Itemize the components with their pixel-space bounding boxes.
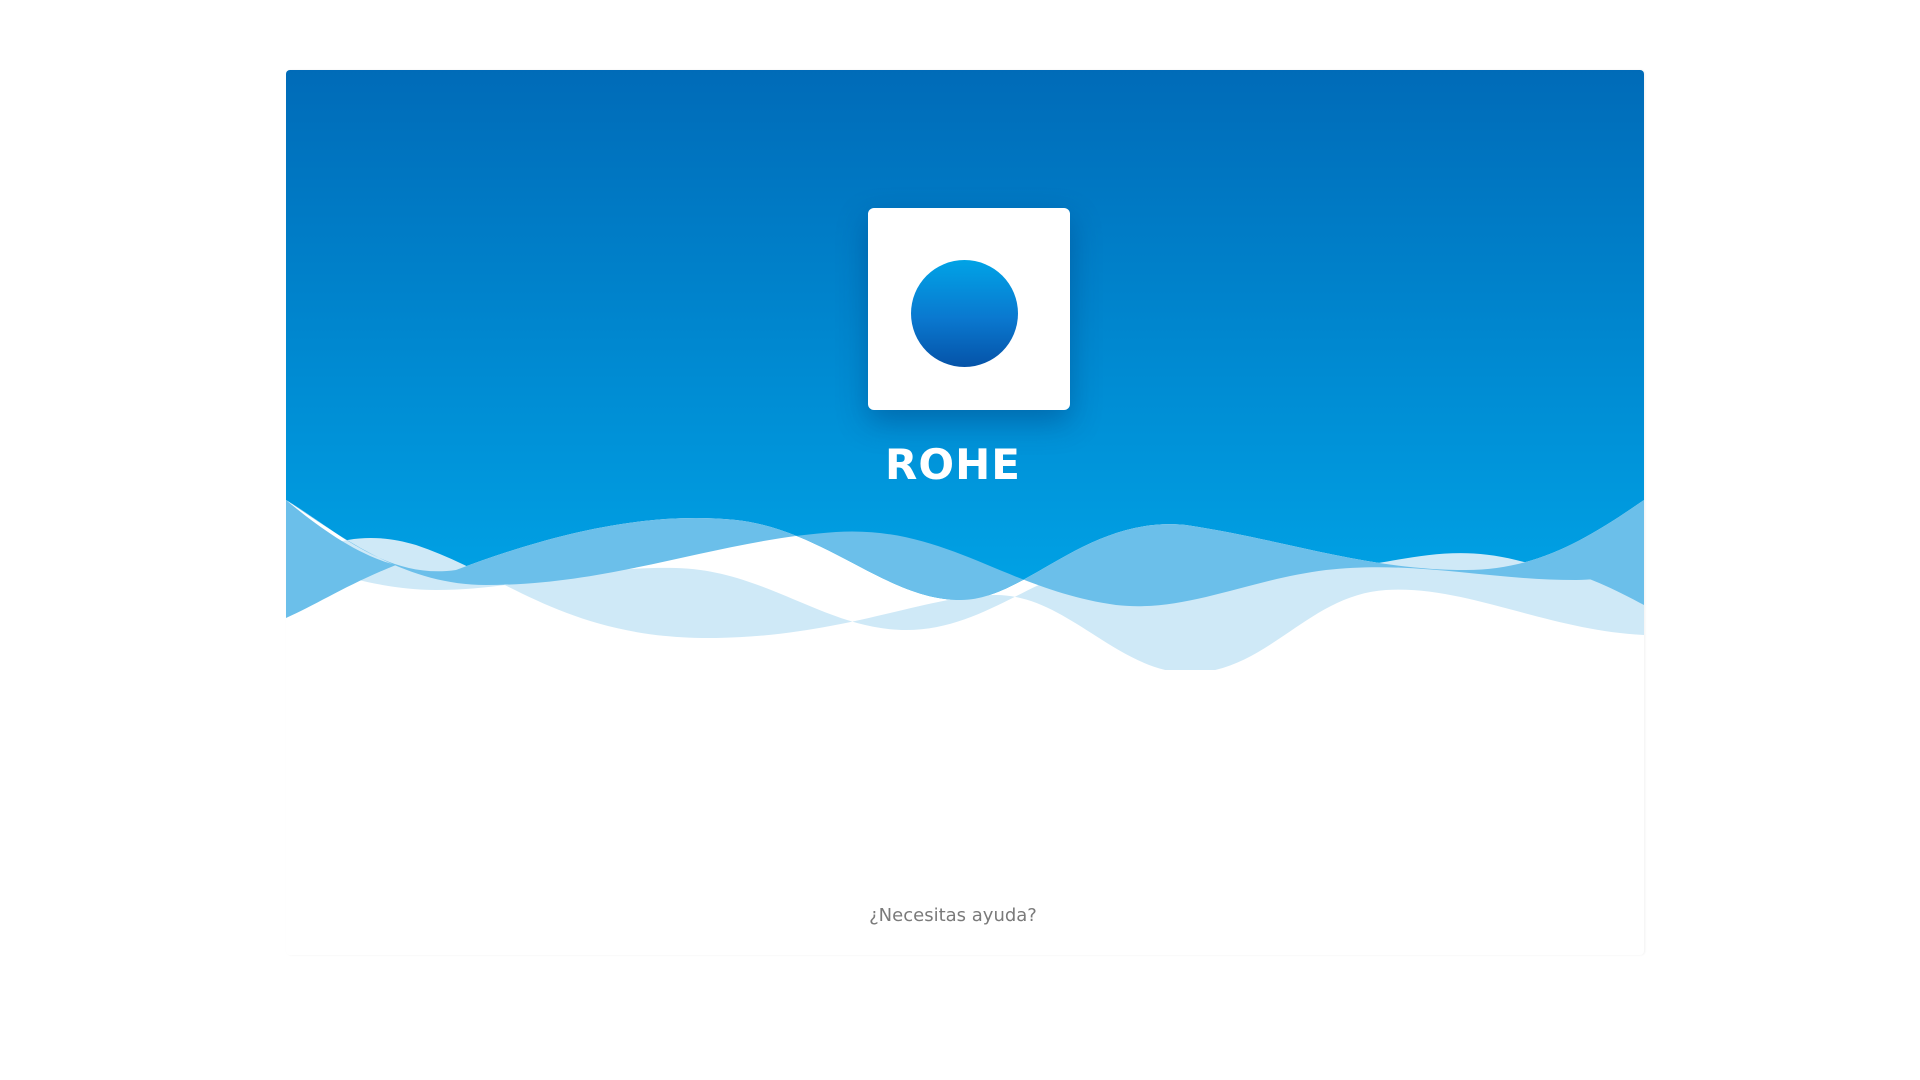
splash-card: ROHE ¿Necesitas ayuda? <box>286 70 1644 955</box>
hero-banner: ROHE <box>286 70 1644 670</box>
logo-tile <box>868 208 1070 410</box>
help-link[interactable]: ¿Necesitas ayuda? <box>286 905 1632 926</box>
brand-name: ROHE <box>885 440 1021 489</box>
circle-logo-icon <box>911 260 1018 367</box>
